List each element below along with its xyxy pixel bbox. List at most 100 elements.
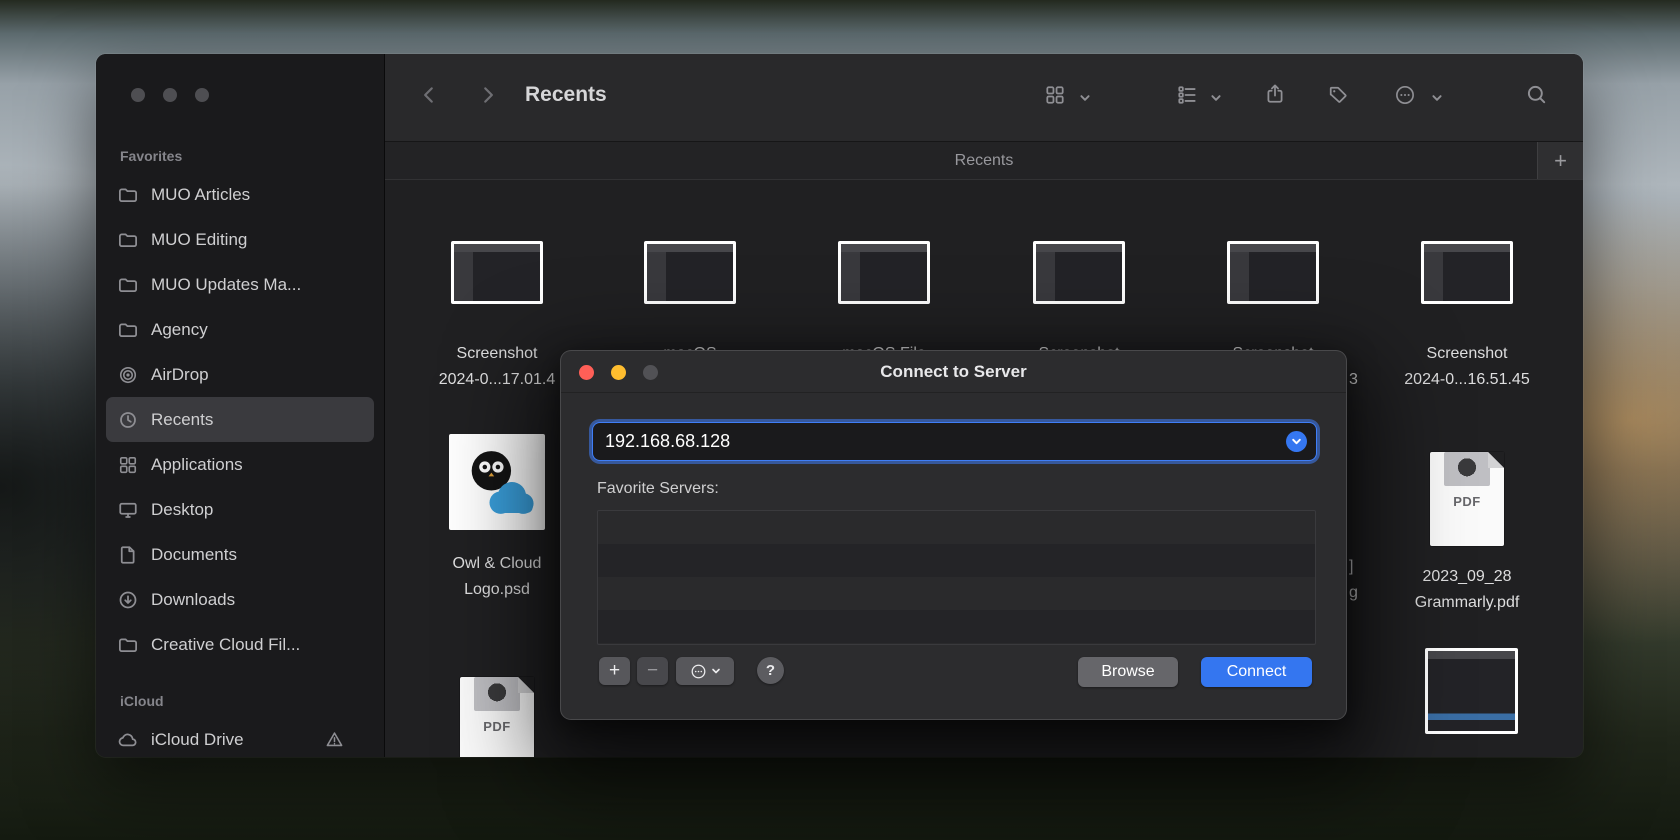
sidebar-item-agency[interactable]: Agency	[106, 307, 374, 352]
file-item[interactable]: Screenshot2024-0...16.51.45	[1382, 241, 1552, 393]
pdf-preview-art	[1444, 452, 1490, 486]
sidebar-item-label: AirDrop	[151, 365, 209, 385]
sidebar-content: Favorites MUO Articles MUO Editing MUO U…	[96, 142, 384, 757]
dialog-title: Connect to Server	[880, 362, 1026, 382]
zoom-window-button[interactable]	[195, 88, 209, 102]
finder-sidebar: Favorites MUO Articles MUO Editing MUO U…	[96, 54, 385, 757]
address-dropdown-button[interactable]	[1286, 431, 1307, 452]
chevron-down-icon[interactable]	[1210, 92, 1222, 104]
file-name-line1: 2023_09_28	[1382, 564, 1552, 590]
file-name-line1: Screenshot	[412, 341, 582, 367]
sidebar-section-icloud: iCloud	[96, 687, 384, 717]
sidebar-item-muo-articles[interactable]: MUO Articles	[106, 172, 374, 217]
forward-button[interactable]	[477, 84, 499, 106]
sidebar-item-label: MUO Editing	[151, 230, 247, 250]
download-icon	[118, 589, 140, 611]
dialog-titlebar[interactable]: Connect to Server	[561, 351, 1346, 393]
file-name-fragment: 3	[1349, 367, 1358, 393]
sidebar-item-creative-cloud[interactable]: Creative Cloud Fil...	[106, 622, 374, 667]
file-thumbnail	[838, 241, 930, 304]
tag-icon[interactable]	[1327, 84, 1349, 106]
sidebar-item-label: MUO Articles	[151, 185, 250, 205]
connect-to-server-dialog: Connect to Server Favorite Servers: + − …	[560, 350, 1347, 720]
dialog-button-row: + − ? Browse Connect	[561, 657, 1346, 689]
file-name-line2: 2024-0...17.01.4	[412, 367, 582, 393]
share-icon[interactable]	[1264, 83, 1286, 105]
sidebar-item-label: Recents	[151, 410, 213, 430]
sidebar-item-airdrop[interactable]: AirDrop	[106, 352, 374, 397]
favorite-servers-list[interactable]	[597, 510, 1316, 645]
warning-icon	[325, 730, 344, 749]
desktop-icon	[118, 499, 140, 521]
pathbar-location-label: Recents	[955, 152, 1014, 170]
sidebar-item-label: Downloads	[151, 590, 235, 610]
file-item[interactable]: Screenshot	[994, 241, 1164, 367]
server-actions-button[interactable]	[676, 657, 734, 685]
chevron-down-icon[interactable]	[1431, 92, 1443, 104]
minimize-window-button[interactable]	[163, 88, 177, 102]
pdf-file-icon: PDF	[460, 677, 534, 757]
more-options-button[interactable]	[1394, 84, 1416, 106]
add-server-button[interactable]: +	[599, 657, 630, 685]
file-thumbnail	[1421, 241, 1513, 304]
file-item[interactable]: PDF 2023_09_28Grammarly.pdf	[1382, 436, 1552, 616]
sidebar-item-recents[interactable]: Recents	[106, 397, 374, 442]
file-item[interactable]: macOS File	[799, 241, 969, 367]
clock-icon	[118, 409, 140, 431]
file-thumbnail	[451, 241, 543, 304]
file-item[interactable]: macOS	[605, 241, 775, 367]
sidebar-item-applications[interactable]: Applications	[106, 442, 374, 487]
window-title: Recents	[525, 83, 607, 107]
chevron-down-icon[interactable]	[1079, 92, 1091, 104]
sidebar-item-desktop[interactable]: Desktop	[106, 487, 374, 532]
sidebar-item-muo-editing[interactable]: MUO Editing	[106, 217, 374, 262]
close-dialog-button[interactable]	[579, 365, 594, 380]
remove-server-button[interactable]: −	[637, 657, 668, 685]
file-item[interactable]: Screenshot2024-0...17.01.4	[412, 241, 582, 393]
sidebar-item-label: Applications	[151, 455, 243, 475]
sidebar-item-icloud-drive[interactable]: iCloud Drive	[106, 717, 374, 757]
folder-icon	[118, 634, 140, 656]
sidebar-item-label: iCloud Drive	[151, 730, 244, 750]
file-item[interactable]	[1425, 648, 1518, 734]
document-icon	[118, 544, 140, 566]
browse-button[interactable]: Browse	[1078, 657, 1178, 687]
sidebar-item-label: Documents	[151, 545, 237, 565]
app-grid-icon	[118, 454, 140, 476]
folder-icon	[118, 184, 140, 206]
sidebar-item-downloads[interactable]: Downloads	[106, 577, 374, 622]
favorite-servers-label: Favorite Servers:	[597, 480, 719, 498]
file-name-fragment: g	[1349, 580, 1358, 606]
help-button[interactable]: ?	[757, 657, 784, 684]
pdf-preview-art	[474, 677, 520, 711]
pdf-badge: PDF	[1430, 494, 1504, 509]
close-window-button[interactable]	[131, 88, 145, 102]
chevron-down-icon	[711, 666, 721, 676]
connect-button[interactable]: Connect	[1201, 657, 1312, 687]
sidebar-item-muo-updates[interactable]: MUO Updates Ma...	[106, 262, 374, 307]
file-item[interactable]: Screenshot	[1188, 241, 1358, 367]
server-address-field	[593, 423, 1316, 460]
file-name-line1: Owl & Cloud	[412, 551, 582, 577]
icon-view-button[interactable]	[1044, 84, 1066, 106]
folder-icon	[118, 229, 140, 251]
search-icon[interactable]	[1525, 83, 1548, 106]
back-button[interactable]	[418, 84, 440, 106]
pdf-file-icon: PDF	[1430, 452, 1504, 546]
sidebar-item-documents[interactable]: Documents	[106, 532, 374, 577]
pdf-badge: PDF	[460, 719, 534, 734]
sidebar-item-label: MUO Updates Ma...	[151, 275, 301, 295]
sidebar-item-label: Creative Cloud Fil...	[151, 635, 300, 655]
group-view-button[interactable]	[1176, 84, 1198, 106]
sidebar-item-label: Agency	[151, 320, 208, 340]
file-item[interactable]: PDF	[412, 661, 582, 757]
new-tab-button[interactable]: +	[1537, 142, 1583, 179]
file-name-line2: Logo.psd	[412, 577, 582, 603]
sidebar-item-label: Desktop	[151, 500, 213, 520]
server-address-input[interactable]	[593, 423, 1286, 460]
file-item[interactable]: Owl & CloudLogo.psd	[412, 434, 582, 603]
minimize-dialog-button[interactable]	[611, 365, 626, 380]
folder-icon	[118, 274, 140, 296]
file-name-line2: 2024-0...16.51.45	[1382, 367, 1552, 393]
airdrop-icon	[118, 364, 140, 386]
